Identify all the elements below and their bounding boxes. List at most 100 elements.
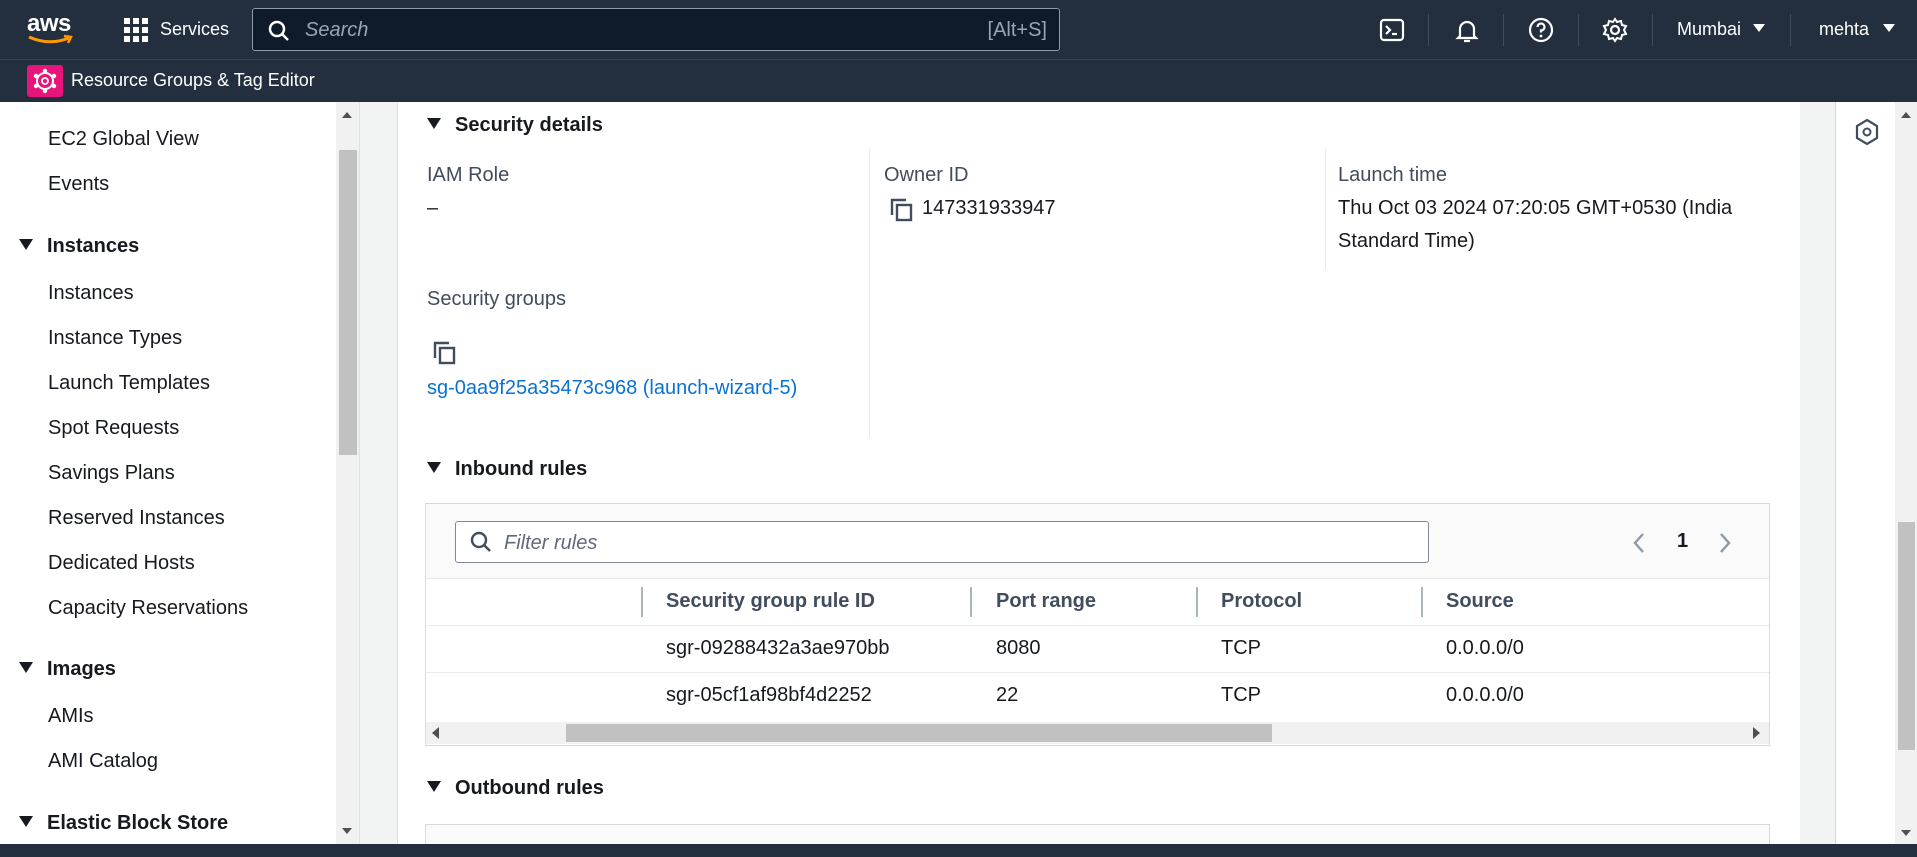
sidebar-item-savings-plans[interactable]: Savings Plans [48,462,175,485]
cloudshell-icon[interactable] [1378,16,1406,44]
scroll-down-arrow-icon[interactable] [1901,830,1911,836]
sidebar-item-ami-catalog[interactable]: AMI Catalog [48,750,158,773]
sidebar-scrollbar-thumb[interactable] [339,150,357,455]
caret-down-icon [19,239,33,251]
search-icon [268,20,289,41]
cell-source: 0.0.0.0/0 [1446,684,1524,706]
help-icon[interactable] [1527,16,1555,44]
search-shortcut: [Alt+S] [987,19,1047,41]
column-resizer[interactable] [641,587,643,617]
sidebar-item-events[interactable]: Events [48,173,109,196]
scroll-right-arrow-icon[interactable] [1752,727,1760,739]
ec2-side-navigation: EC2 Global View Events Instances Instanc… [0,102,336,844]
user-caret-down-icon[interactable] [1883,24,1895,33]
caret-down-icon [427,118,441,130]
sidebar-section-label: Elastic Block Store [47,812,229,834]
bottom-footer-bar [0,844,1917,857]
region-caret-down-icon[interactable] [1753,24,1765,33]
sidebar-section-instances[interactable]: Instances [19,235,139,258]
sidebar-item-launch-templates[interactable]: Launch Templates [48,372,210,395]
search-input[interactable] [303,15,907,45]
column-resizer[interactable] [1421,587,1423,617]
cell-port-range: 22 [996,684,1019,706]
cell-source: 0.0.0.0/0 [1446,637,1524,659]
current-page-number[interactable]: 1 [1677,530,1688,553]
caret-down-icon [427,462,441,474]
iam-role-value: – [427,197,439,219]
security-group-link[interactable]: sg-0aa9f25a35473c968 (launch-wizard-5) [427,377,797,400]
info-panel-toggle-icon[interactable] [1854,118,1880,146]
scroll-up-arrow-icon[interactable] [342,112,352,118]
page-scrollbar-thumb[interactable] [1898,522,1915,750]
cell-protocol: TCP [1221,684,1261,706]
section-title: Outbound rules [455,777,604,799]
scroll-left-arrow-icon[interactable] [432,727,440,739]
section-title: Security details [455,114,603,136]
column-header-source[interactable]: Source [1446,590,1514,613]
inbound-rules-header[interactable]: Inbound rules [427,458,587,481]
search-bar[interactable]: [Alt+S] [252,8,1060,51]
security-groups-label: Security groups [427,288,566,310]
next-page-chevron-icon[interactable] [1718,532,1732,554]
caret-down-icon [19,662,33,674]
right-gutter [1800,102,1835,844]
caret-down-icon [19,816,33,828]
scroll-down-arrow-icon[interactable] [342,828,352,834]
sidebar-section-label: Instances [47,235,140,257]
column-divider [869,148,870,438]
row-divider [426,625,1769,626]
sidebar-item-instances[interactable]: Instances [48,282,134,305]
section-title: Inbound rules [455,458,588,480]
region-selector[interactable]: Mumbai [1677,19,1741,40]
top-navigation-bar: aws Services [Alt+S] Mumbai [0,0,1917,59]
sidebar-item-dedicated-hosts[interactable]: Dedicated Hosts [48,552,195,575]
resource-groups-link[interactable]: Resource Groups & Tag Editor [71,70,315,91]
sidebar-section-label: Images [47,658,116,680]
sidebar-item-reserved-instances[interactable]: Reserved Instances [48,507,225,530]
column-resizer[interactable] [970,587,972,617]
previous-page-chevron-icon[interactable] [1632,532,1646,554]
row-divider [426,672,1769,673]
sidebar-item-amis[interactable]: AMIs [48,705,94,728]
security-details-header[interactable]: Security details [427,114,603,137]
copy-owner-id-icon[interactable] [888,197,914,223]
resource-groups-icon[interactable] [27,65,63,97]
column-header-rule-id[interactable]: Security group rule ID [666,590,875,613]
filter-rules-input[interactable] [502,528,1306,558]
cell-rule-id: sgr-09288432a3ae970bb [666,637,890,659]
sidebar-section-elastic-block-store[interactable]: Elastic Block Store [19,812,228,835]
settings-gear-icon[interactable] [1601,16,1629,44]
copy-security-group-icon[interactable] [431,340,457,366]
services-menu[interactable]: Services [160,19,229,40]
launch-time-value-line2: Standard Time) [1338,230,1475,252]
outbound-rules-header[interactable]: Outbound rules [427,777,604,800]
column-header-port-range[interactable]: Port range [996,590,1096,613]
column-header-protocol[interactable]: Protocol [1221,590,1302,613]
sidebar-item-spot-requests[interactable]: Spot Requests [48,417,179,440]
scroll-up-arrow-icon[interactable] [1901,112,1911,118]
search-icon [470,531,491,552]
user-menu[interactable]: mehta [1819,19,1869,40]
column-divider [1325,148,1326,270]
launch-time-value-line1: Thu Oct 03 2024 07:20:05 GMT+0530 (India [1338,197,1733,219]
launch-time-label: Launch time [1338,164,1447,186]
caret-down-icon [427,781,441,793]
help-panel-rail [1835,102,1896,844]
aws-logo[interactable]: aws [27,12,75,46]
column-resizer[interactable] [1196,587,1198,617]
notifications-bell-icon[interactable] [1453,16,1481,44]
sidebar-item-ec2-global-view[interactable]: EC2 Global View [48,128,199,151]
sidebar-item-capacity-reservations[interactable]: Capacity Reservations [48,597,248,620]
cell-port-range: 8080 [996,637,1041,659]
owner-id-label: Owner ID [884,164,969,186]
table-horizontal-scrollbar-thumb[interactable] [566,724,1272,742]
sidebar-item-instance-types[interactable]: Instance Types [48,327,182,350]
services-grid-icon[interactable] [124,18,148,42]
outbound-rules-table [425,824,1770,844]
aws-logo-text: aws [27,10,71,37]
sidebar-gutter [359,102,398,844]
filter-rules-field[interactable] [455,521,1429,563]
cell-protocol: TCP [1221,637,1261,659]
sidebar-section-images[interactable]: Images [19,658,116,681]
cell-rule-id: sgr-05cf1af98bf4d2252 [666,684,872,706]
